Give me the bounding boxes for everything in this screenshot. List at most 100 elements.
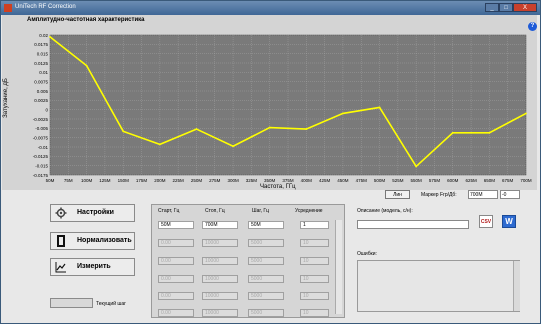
table-cell[interactable]: 10 [300,239,329,247]
linear-scale-button[interactable]: Лин [385,190,410,199]
y-tick-label: 0.0125 [34,61,48,66]
table-cell[interactable]: 5000 [248,257,284,265]
x-tick-label: 100M [81,178,93,183]
series-point [488,131,491,134]
table-cell[interactable]: 10000 [202,239,238,247]
table-cell[interactable]: 5000 [248,275,284,283]
gear-icon [55,207,67,219]
x-tick-labels: 50M 75M 100M 125M 150M 175M 200M 225M 250M 275M 30… [46,178,532,183]
table-cell[interactable]: 50M [158,221,194,229]
settings-button[interactable]: Настройки [50,204,135,222]
x-tick-label: 125M [99,178,111,183]
measure-button[interactable]: Измерить [50,258,135,276]
table-cell[interactable]: 5000 [248,292,284,300]
y-axis-label: Затухание, дБ [2,78,9,118]
table-cell[interactable]: 0.00 [158,309,194,317]
series-point [305,128,308,130]
x-tick-label: 50M [46,178,55,183]
x-tick-label: 600M [447,178,459,183]
x-tick-label: 75M [64,178,73,183]
y-tick-label: 0.005 [37,89,49,94]
marker-label: Маркер Fгр/Дб: [421,192,457,198]
series-point [342,112,344,115]
header-stop: Стоп, Гц [205,208,225,214]
marker-frequency-field[interactable]: 700M [468,190,498,199]
normalize-label: Нормализовать [77,237,132,244]
series-point [122,130,125,133]
series-point [49,35,51,38]
x-axis-label: Частота, ГГц [260,184,296,190]
x-tick-label: 275M [209,178,221,183]
series-point [158,143,161,146]
description-label: Описание (модель, с/н): [357,208,413,214]
header-step: Шаг, Гц [252,208,269,214]
table-cell[interactable]: 10000 [202,257,238,265]
x-tick-label: 700M [520,178,532,183]
table-cell[interactable]: 10 [300,275,329,283]
x-tick-label: 625M [465,178,477,183]
x-tick-label: 350M [264,178,276,183]
x-tick-label: 175M [136,178,148,183]
table-cell[interactable]: 10 [300,309,329,317]
errors-box [357,260,520,312]
y-tick-label: 0.0025 [34,98,48,103]
table-scrollbar[interactable] [335,220,342,314]
y-tick-label: -0.0125 [33,154,49,159]
table-cell[interactable]: 1 [300,221,329,229]
x-tick-label: 675M [502,178,514,183]
marker-value-field[interactable]: -0 [500,190,520,199]
step-label: Текущий шаг [96,301,127,307]
table-cell[interactable]: 5000 [248,239,284,247]
settings-label: Настройки [77,209,114,216]
y-tick-label: 0.0075 [34,79,48,84]
x-tick-label: 475M [356,178,368,183]
series-point [195,128,198,130]
table-cell[interactable]: 10000 [202,292,238,300]
table-cell[interactable]: 0.00 [158,239,194,247]
y-tick-label: 0.015 [37,51,49,56]
series-point [378,106,381,109]
table-cell[interactable]: 10 [300,292,329,300]
series-point [415,165,418,168]
y-tick-label: -0.005 [35,126,48,131]
y-tick-label: 0.01 [39,70,48,75]
table-cell[interactable]: 0.00 [158,275,194,283]
bracket-icon [57,235,65,247]
x-tick-label: 225M [173,178,185,183]
errors-label: Ошибки: [357,251,377,257]
header-averaging: Усреднение [295,208,323,214]
header-start: Старт, Гц [158,208,180,214]
x-tick-label: 325M [246,178,258,183]
x-tick-label: 300M [227,178,239,183]
normalize-button[interactable]: Нормализовать [50,232,135,250]
table-cell[interactable]: 0.00 [158,257,194,265]
x-tick-label: 550M [411,178,423,183]
step-progress-bar [50,298,93,308]
series-point [232,145,234,148]
x-tick-label: 450M [337,178,349,183]
y-tick-label: -0.0025 [33,117,49,122]
table-cell[interactable]: 10000 [202,309,238,317]
table-cell[interactable]: 50M [248,221,284,229]
table-cell[interactable]: 0.00 [158,292,194,300]
y-tick-label: 0.0175 [34,42,48,47]
series-point [451,131,454,134]
errors-scrollbar[interactable] [513,261,520,311]
x-tick-label: 525M [392,178,404,183]
table-cell[interactable]: 700M [202,221,238,229]
description-input[interactable] [357,220,469,229]
x-tick-label: 250M [191,178,203,183]
x-tick-label: 200M [154,178,166,183]
x-tick-label: 650M [484,178,496,183]
word-export-button[interactable]: W [502,215,516,228]
csv-export-button[interactable]: CSV [479,215,493,228]
table-cell[interactable]: 10 [300,257,329,265]
table-cell[interactable]: 5000 [248,309,284,317]
x-tick-label: 400M [301,178,313,183]
series-point [525,112,527,115]
table-cell[interactable]: 10000 [202,275,238,283]
y-tick-label: -0.01 [38,145,49,150]
x-tick-label: 425M [319,178,331,183]
y-tick-label: 0.02 [39,33,48,38]
y-tick-label: 0 [45,107,48,112]
